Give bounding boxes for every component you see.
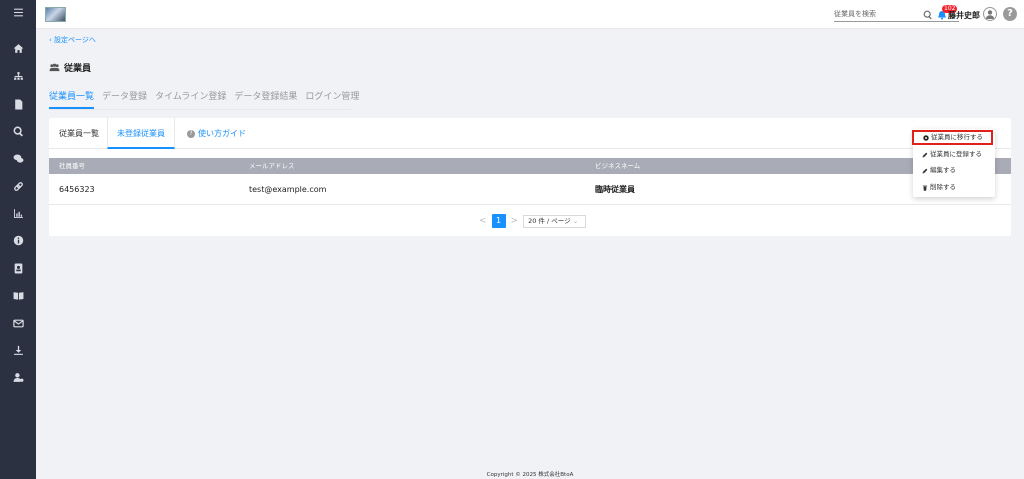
chart-icon[interactable] bbox=[0, 205, 36, 221]
employees-icon bbox=[49, 63, 60, 72]
tab-login-management[interactable]: ログイン管理 bbox=[305, 89, 359, 109]
tab-data-registration-results[interactable]: データ登録結果 bbox=[234, 89, 297, 109]
menu-item-label: 従業員に移行する bbox=[931, 133, 983, 141]
chevron-down-icon: ⌄ bbox=[572, 216, 579, 225]
menu-item-register-as-employee[interactable]: 従業員に登録する bbox=[913, 147, 995, 162]
user-name[interactable]: 藤井史郎 bbox=[948, 10, 980, 21]
company-logo[interactable] bbox=[45, 7, 66, 22]
contact-card-icon[interactable] bbox=[0, 260, 36, 276]
back-to-settings-link[interactable]: ‹ 設定ページへ bbox=[49, 35, 96, 45]
column-header-employee-id: 社員番号 bbox=[59, 162, 85, 170]
book-icon[interactable] bbox=[0, 287, 36, 303]
search-icon[interactable] bbox=[0, 123, 36, 139]
pencil-icon bbox=[922, 168, 928, 173]
tab-timeline-registration[interactable]: タイムライン登録 bbox=[155, 89, 226, 109]
avatar[interactable] bbox=[983, 7, 997, 21]
search-icon[interactable] bbox=[923, 10, 933, 20]
table-header: 社員番号 メールアドレス ビジネスネーム bbox=[49, 158, 1011, 174]
page-title-text: 従業員 bbox=[64, 64, 92, 74]
home-icon[interactable] bbox=[0, 40, 36, 56]
dot-circle-icon bbox=[923, 134, 929, 141]
subtab-usage-guide[interactable]: ? 使い方ガイド bbox=[187, 118, 246, 149]
top-bar: 従業員を検索 102 藤井史郎 ? bbox=[36, 0, 1024, 29]
content-card: 従業員一覧 未登録従業員 ? 使い方ガイド 社員番号 メールアドレス ビジネスネー… bbox=[49, 118, 1011, 236]
subtab-unregistered-employees[interactable]: 未登録従業員 bbox=[107, 118, 175, 149]
row-actions-dropdown: 従業員に移行する 従業員に登録する 編集する 削除する bbox=[912, 129, 995, 197]
employee-id-cell: 6456323 bbox=[59, 185, 95, 194]
table-row[interactable]: 6456323 test@example.com 臨時従業員 bbox=[49, 174, 1011, 205]
menu-item-move-to-employee[interactable]: 従業員に移行する bbox=[912, 130, 993, 145]
main-tabs: 従業員一覧 データ登録 タイムライン登録 データ登録結果 ログイン管理 bbox=[49, 89, 359, 109]
column-header-business-name: ビジネスネーム bbox=[595, 162, 641, 170]
page-title: 従業員 bbox=[49, 61, 91, 74]
sidebar bbox=[0, 0, 36, 479]
document-icon[interactable] bbox=[0, 96, 36, 112]
menu-item-label: 従業員に登録する bbox=[930, 150, 982, 158]
link-icon[interactable] bbox=[0, 178, 36, 194]
help-circle-icon: ? bbox=[187, 129, 195, 138]
menu-item-label: 編集する bbox=[930, 166, 956, 174]
email-cell: test@example.com bbox=[249, 185, 327, 194]
tab-data-registration[interactable]: データ登録 bbox=[102, 89, 147, 109]
subtab-employee-list[interactable]: 従業員一覧 bbox=[59, 118, 99, 149]
page-size-select[interactable]: 20 件 / ページ ⌄ bbox=[523, 214, 587, 228]
column-header-email: メールアドレス bbox=[249, 162, 295, 170]
next-page-button[interactable]: > bbox=[511, 216, 519, 226]
help-icon[interactable]: ? bbox=[1003, 7, 1017, 21]
prev-page-button[interactable]: < bbox=[479, 216, 487, 226]
user-icon bbox=[986, 10, 994, 19]
menu-item-label: 削除する bbox=[930, 183, 956, 191]
download-icon[interactable] bbox=[0, 342, 36, 358]
business-name-cell: 臨時従業員 bbox=[595, 185, 635, 194]
pencil-icon bbox=[922, 152, 928, 157]
page-size-value: 20 件 / ページ bbox=[528, 216, 571, 225]
info-icon[interactable] bbox=[0, 232, 36, 248]
footer-copyright: Copyright © 2025 株式会社BtoA bbox=[486, 472, 574, 478]
menu-item-edit[interactable]: 編集する bbox=[913, 163, 995, 178]
page-1-button[interactable]: 1 bbox=[491, 214, 506, 228]
trash-icon bbox=[922, 185, 928, 191]
org-chart-icon[interactable] bbox=[0, 68, 36, 84]
mail-icon[interactable] bbox=[0, 315, 36, 331]
menu-icon[interactable] bbox=[0, 4, 36, 20]
tab-employee-list[interactable]: 従業員一覧 bbox=[49, 89, 95, 109]
back-link-label: 設定ページへ bbox=[54, 36, 96, 44]
user-settings-icon[interactable] bbox=[0, 369, 36, 385]
usage-guide-label: 使い方ガイド bbox=[198, 129, 246, 138]
tabs-divider bbox=[49, 109, 351, 110]
sub-tabs: 従業員一覧 未登録従業員 ? 使い方ガイド bbox=[49, 118, 1011, 149]
pagination: < 1 > 20 件 / ページ ⌄ bbox=[479, 214, 587, 228]
menu-item-delete[interactable]: 削除する bbox=[913, 180, 995, 195]
chat-icon[interactable] bbox=[0, 150, 36, 166]
